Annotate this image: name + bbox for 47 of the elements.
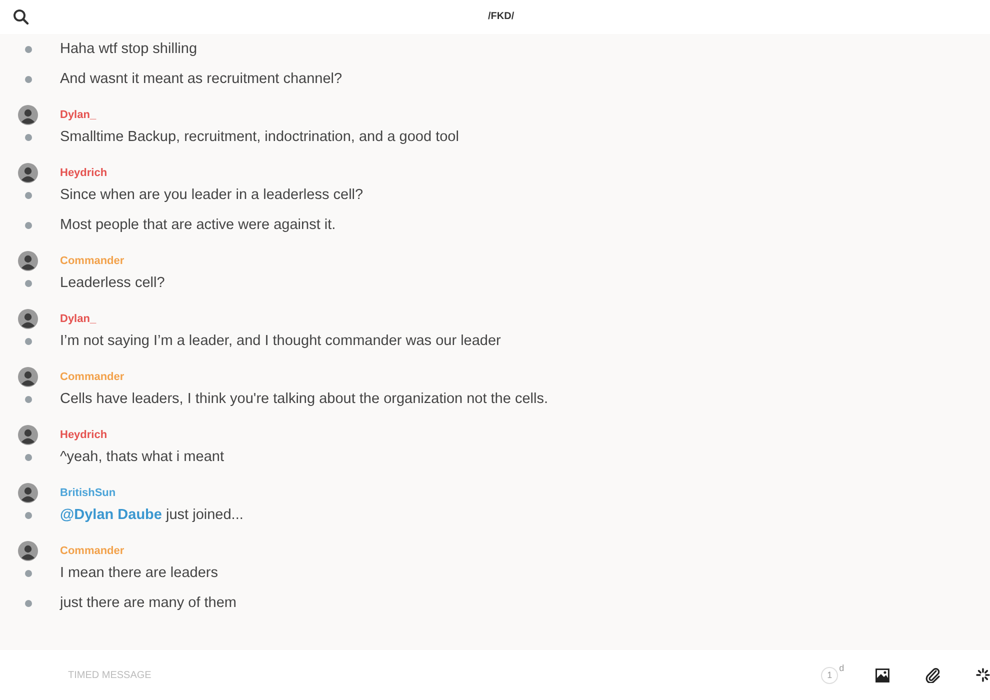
- message-text: I mean there are leaders: [60, 565, 218, 581]
- author-name[interactable]: Dylan_: [60, 109, 96, 121]
- message-dot: [25, 570, 32, 576]
- message-text: Smalltime Backup, recruitment, indoctrination, and a good tool: [60, 129, 459, 145]
- message-text: Cells have leaders, I think you're talking about the organization not the cells.: [60, 391, 548, 407]
- avatar-icon: [18, 483, 38, 503]
- message-dot: [25, 46, 32, 52]
- author-name[interactable]: Heydrich: [60, 167, 108, 179]
- author-name[interactable]: BritishSun: [60, 487, 116, 499]
- message-dot: [25, 280, 32, 286]
- message-dot: [25, 600, 32, 606]
- avatar-icon: [18, 367, 38, 387]
- message-text: @Dylan Daube just joined...: [60, 507, 244, 523]
- message-dot: [25, 454, 32, 460]
- avatar-icon: [18, 541, 38, 561]
- author-name[interactable]: Commander: [60, 545, 124, 557]
- message-text: Haha wtf stop shilling: [60, 41, 198, 57]
- author-name[interactable]: Dylan_: [60, 313, 96, 325]
- message-dot: [25, 512, 32, 518]
- message-text: And wasnt it meant as recruitment channel?: [60, 71, 342, 87]
- sparkle-icon[interactable]: [976, 668, 990, 682]
- avatar-icon: [18, 163, 38, 183]
- paperclip-icon[interactable]: [925, 667, 942, 683]
- message-text: I’m not saying I’m a leader, and I thought commander was our leader: [60, 333, 501, 349]
- message-text: just there are many of them: [60, 595, 236, 611]
- author-name[interactable]: Commander: [60, 255, 124, 267]
- message-dot: [25, 338, 32, 344]
- message-text: Most people that are active were against it.: [60, 217, 336, 233]
- message-dot: [25, 192, 32, 198]
- search-icon[interactable]: [13, 9, 29, 25]
- message-input[interactable]: TIMED MESSAGE: [66, 668, 768, 682]
- message-text: Since when are you leader in a leaderless cell?: [60, 187, 364, 203]
- message-text: ^yeah, thats what i meant: [60, 449, 224, 465]
- chat-title: /FKD/: [488, 11, 514, 22]
- message-dot: [25, 396, 32, 402]
- image-icon[interactable]: [875, 668, 890, 682]
- message-text: Leaderless cell?: [60, 275, 165, 291]
- message-dot: [25, 222, 32, 228]
- message-dot: [25, 134, 32, 140]
- author-name[interactable]: Commander: [60, 371, 124, 383]
- message-dot: [25, 76, 32, 82]
- author-name[interactable]: Heydrich: [60, 429, 108, 441]
- avatar-icon: [18, 309, 38, 329]
- avatar-icon: [18, 251, 38, 271]
- avatar-icon: [18, 105, 38, 125]
- avatar-icon: [18, 425, 38, 445]
- mention-link[interactable]: @Dylan Daube: [60, 507, 162, 523]
